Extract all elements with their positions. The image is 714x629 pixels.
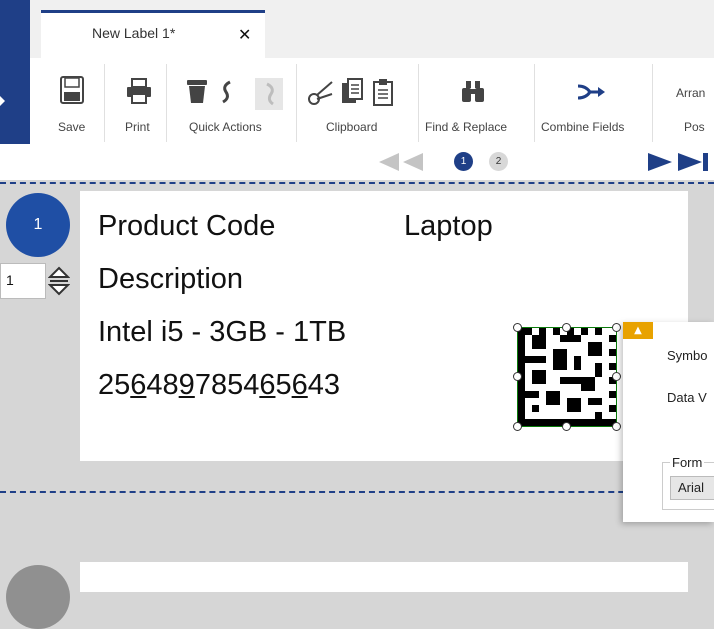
label-design-surface-2[interactable] [80,562,688,592]
datamatrix-barcode[interactable] [517,327,617,427]
resize-handle[interactable] [513,422,522,431]
resize-handle[interactable] [612,323,621,332]
description-value[interactable]: Intel i5 - 3GB - 1TB [98,316,346,349]
ribbon-divider [166,64,167,142]
resize-handle[interactable] [612,422,621,431]
paste-icon[interactable] [372,78,394,110]
resize-handle[interactable] [612,372,621,381]
binoculars-icon[interactable] [460,80,486,108]
copy-icon[interactable] [340,78,364,110]
ribbon-divider [296,64,297,142]
ribbon-divider [534,64,535,142]
clear-icon[interactable] [185,78,209,108]
quantity-value: 1 [6,272,14,288]
warning-icon[interactable]: ▲ [623,322,653,339]
resize-handle[interactable] [562,422,571,431]
save-icon[interactable] [60,76,84,108]
resize-handle[interactable] [513,372,522,381]
resize-handle[interactable] [562,323,571,332]
barcode-number-text[interactable]: 256489785465643 [98,369,340,402]
arrange-button[interactable]: Arran [676,86,705,100]
label-boundary-bottom [0,491,714,493]
symbology-label: Symbo [667,348,708,363]
find-replace-button[interactable]: Find & Replace [425,120,507,134]
position-group: Pos [684,120,705,134]
backstage-panel[interactable] [0,58,30,144]
combine-fields-button[interactable]: Combine Fields [541,120,624,134]
label-number-badge: 1 [6,193,70,257]
ribbon-divider [418,64,419,142]
page-navigator [0,144,714,180]
product-code-value[interactable]: Laptop [404,210,493,243]
product-code-label[interactable]: Product Code [98,210,275,243]
clipboard-group: Clipboard [326,120,378,134]
format-group-label: Form [670,455,705,470]
combine-fields-icon[interactable] [576,82,606,106]
data-value-label: Data V [667,390,707,405]
description-label[interactable]: Description [98,263,243,296]
tab-label: New Label 1* [92,25,176,41]
print-button[interactable]: Print [125,120,150,134]
resize-handle[interactable] [513,323,522,332]
close-tab-icon[interactable]: ✕ [238,25,251,44]
label-number-badge-2 [6,565,70,629]
quick-actions-group: Quick Actions [189,120,262,134]
last-page-icon[interactable] [648,153,708,175]
print-icon[interactable] [126,78,152,108]
ribbon-divider [104,64,105,142]
page-2-button[interactable]: 2 [489,152,508,171]
save-button[interactable]: Save [58,120,85,134]
redo-icon[interactable] [255,78,283,110]
ribbon-divider [652,64,653,142]
page-1-button[interactable]: 1 [454,152,473,171]
cut-icon[interactable] [308,80,334,110]
stepper-arrows-icon[interactable] [47,266,71,300]
font-select-value: Arial [678,480,705,495]
first-page-icon[interactable] [379,153,425,175]
backstage-button[interactable] [0,0,30,58]
undo-icon[interactable] [218,80,238,108]
label-boundary-top [0,182,714,184]
